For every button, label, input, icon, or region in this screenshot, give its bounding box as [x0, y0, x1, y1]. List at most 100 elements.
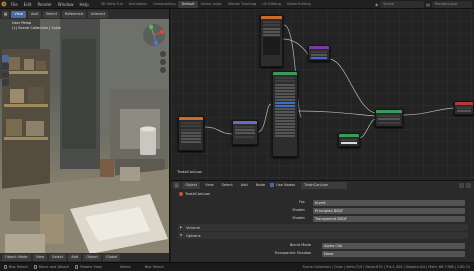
property-row-fac: Fac Invert: [171, 200, 474, 206]
menu-help[interactable]: Help: [76, 0, 91, 9]
workspace-tab-3d-view-full[interactable]: 3D View Full: [98, 1, 126, 8]
node-editor-header: ◫ Object View Select Add Node Use Nodes …: [171, 180, 474, 189]
viewport-collection-info: (1) Scene Collection | Cube: [12, 26, 61, 30]
node-editor-icon[interactable]: ◫: [173, 181, 181, 189]
node-menu-select[interactable]: Select: [219, 182, 236, 189]
panel-volume-label: Volume: [186, 225, 201, 230]
mouse-left-icon: [4, 265, 7, 269]
material-properties-panel: TrashCanLow Fac Invert Shader Principled…: [171, 189, 474, 262]
viewport-menu-select[interactable]: Select: [42, 10, 60, 18]
transparent-shadow-field[interactable]: None: [322, 251, 465, 257]
shader-node-editor[interactable]: TrashCanLow: [171, 9, 474, 180]
pin-icon[interactable]: [459, 182, 464, 188]
3d-viewport[interactable]: ▦ View Add Select Reference Interact Use…: [0, 9, 170, 262]
transparent-shadow-label: Transparent Shadow: [274, 251, 311, 255]
workspace-tab-default[interactable]: Default: [178, 0, 198, 8]
move-tool-icon[interactable]: [2, 71, 9, 78]
fac-field[interactable]: Invert: [313, 200, 465, 206]
material-output-node[interactable]: [454, 101, 474, 115]
object-mode-selector[interactable]: Object Mode: [2, 254, 31, 261]
image-texture-node[interactable]: [178, 116, 204, 151]
viewport-menu-view[interactable]: View: [11, 10, 26, 18]
material-icon: [179, 191, 183, 196]
editor-type-icon[interactable]: ▦: [2, 10, 10, 18]
shader-field-2[interactable]: Transparent BSDF: [313, 216, 465, 222]
top-menu-bar: File Edit Render Window Help 3D View Ful…: [0, 0, 474, 9]
node-tree-name: TrashCanLow: [177, 169, 202, 174]
shader-field-1[interactable]: Principled BSDF: [313, 208, 465, 214]
workspace-tab-compositing[interactable]: Compositing: [150, 1, 179, 8]
invert-node[interactable]: [308, 45, 330, 61]
transform-orientation-selector[interactable]: Global: [102, 254, 121, 261]
collapse-triangle-icon: ▶: [180, 225, 183, 229]
scene-selector[interactable]: Scene: [380, 0, 425, 8]
zoom-icon[interactable]: [160, 51, 166, 57]
blender-logo-icon[interactable]: [0, 0, 8, 9]
property-row-transparent-shadow: Transparent Shadow None: [171, 251, 474, 257]
property-row-blend-mode: Blend Mode Alpha Clip: [171, 243, 474, 249]
viewport-view-name: User Persp: [12, 21, 32, 25]
backdrop-icon[interactable]: [466, 182, 471, 188]
scene-icon: ◈: [375, 1, 379, 7]
node-links: [204, 24, 455, 139]
viewport-menu-add[interactable]: Add: [27, 10, 41, 18]
status-move-and-attach: Move and Attach: [38, 265, 70, 269]
panel-options-label: Options: [186, 233, 201, 238]
rotate-tool-icon[interactable]: [2, 79, 9, 86]
workspace-tab-game-logic[interactable]: Game Logic: [198, 1, 225, 8]
status-box-select: Box Select: [9, 265, 28, 269]
principled-bsdf-node[interactable]: [272, 71, 298, 157]
property-row-shader-1: Shader Principled BSDF: [171, 208, 474, 214]
menu-file[interactable]: File: [8, 0, 21, 9]
node-object-selector[interactable]: Object: [182, 181, 201, 189]
shader-label-2: Shader: [292, 216, 305, 220]
status-select: Select: [119, 265, 131, 269]
blend-mode-label: Blend Mode: [289, 243, 311, 247]
viewport-footer-object[interactable]: Object: [83, 254, 101, 261]
fac-label: Fac: [299, 200, 305, 204]
property-row-shader-2: Shader Transparent BSDF: [171, 216, 474, 222]
workspace-tab-motion-tracking[interactable]: Motion Tracking: [225, 1, 259, 8]
viewport-menu-interact[interactable]: Interact: [88, 10, 109, 18]
material-selector[interactable]: TrashCanLow: [301, 181, 348, 189]
node-menu-add[interactable]: Add: [238, 182, 251, 189]
workspace-tab-video-editing[interactable]: Video Editing: [284, 1, 314, 8]
mouse-middle-icon: [33, 265, 37, 269]
menu-render[interactable]: Render: [34, 0, 54, 9]
node-menu-node[interactable]: Node: [253, 182, 268, 189]
viewport-footer: Object Mode View Select Add Object Globa…: [0, 253, 169, 262]
viewport-footer-add[interactable]: Add: [68, 254, 82, 261]
render-layer-selector[interactable]: RenderLayer: [432, 0, 472, 8]
blend-mode-field[interactable]: Alpha Clip: [322, 243, 465, 249]
workspace-tab-uv-editing[interactable]: UV Editing: [259, 1, 284, 8]
workspace-tab-animation[interactable]: Animation: [126, 1, 150, 8]
tool-shelf: [2, 55, 9, 86]
material-name: TrashCanLow: [185, 191, 210, 196]
normal-map-node[interactable]: [232, 120, 258, 145]
expand-triangle-icon: ▼: [180, 233, 183, 237]
menu-window[interactable]: Window: [55, 0, 77, 9]
viewport-footer-view[interactable]: View: [32, 254, 48, 261]
menu-edit[interactable]: Edit: [21, 0, 35, 9]
status-bar: Box Select Move and Attach Rotate View S…: [0, 262, 474, 271]
camera-icon[interactable]: [160, 67, 166, 73]
status-box-select-2: Box Select: [144, 265, 164, 269]
transparent-bsdf-node[interactable]: [338, 133, 360, 147]
panel-options[interactable]: ▼ Options: [178, 232, 468, 239]
use-nodes-label: Use Nodes: [276, 183, 296, 187]
viewport-footer-select[interactable]: Select: [49, 254, 67, 261]
viewport-menu-reference[interactable]: Reference: [62, 10, 87, 18]
pan-icon[interactable]: [160, 59, 166, 65]
cursor-tool-icon[interactable]: [2, 63, 9, 70]
render-layer-icon: ▤: [426, 1, 430, 7]
select-tool-icon[interactable]: [2, 55, 9, 62]
mix-shader-node[interactable]: [375, 109, 403, 127]
shader-label-1: Shader: [292, 208, 305, 212]
node-menu-view[interactable]: View: [202, 182, 217, 189]
mouse-right-icon: [75, 265, 79, 269]
navigation-gizmo[interactable]: [142, 23, 166, 47]
status-rotate-view: Rotate View: [80, 265, 102, 269]
panel-volume[interactable]: ▶ Volume: [178, 224, 468, 231]
use-nodes-checkbox[interactable]: [270, 183, 275, 187]
image-texture-node-top[interactable]: [260, 15, 283, 67]
